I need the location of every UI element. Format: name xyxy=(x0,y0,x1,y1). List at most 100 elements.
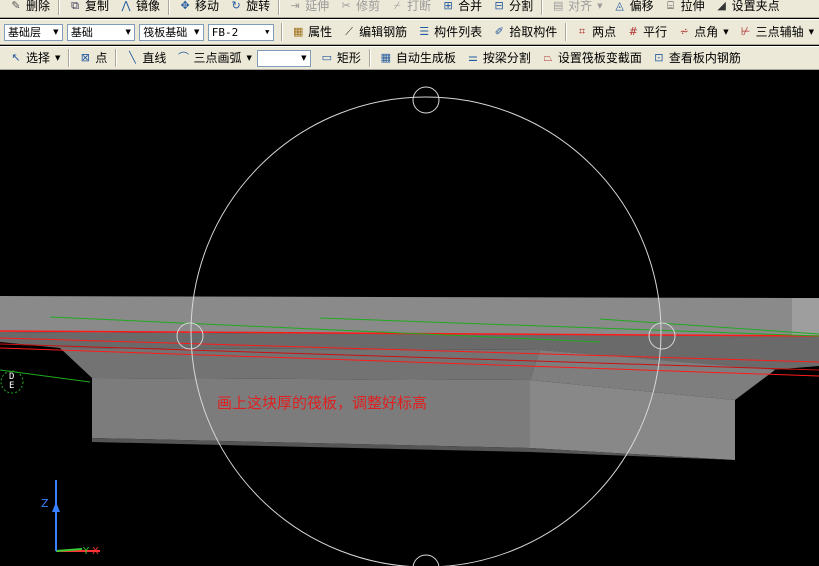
parallel-icon: # xyxy=(628,25,638,38)
parallel-button[interactable]: # 平行 xyxy=(621,22,672,42)
grip-icon: ◢ xyxy=(717,0,726,12)
eraser-icon: ✎ xyxy=(11,0,21,12)
view-rebar-icon: ⊡ xyxy=(654,51,664,64)
arc-icon: ⌒ xyxy=(177,51,189,64)
rectangle-button[interactable]: ▭ 矩形 xyxy=(315,48,366,68)
separator xyxy=(541,0,544,15)
split-icon: ⊟ xyxy=(494,0,504,12)
annotation-text: 画上这块厚的筏板，调整好标高 xyxy=(217,394,428,412)
trim-button[interactable]: ✂ 修剪 xyxy=(334,0,385,16)
axis-icon: ⊬ xyxy=(740,25,751,38)
category-select[interactable]: 基础 ▼ xyxy=(66,23,136,41)
merge-icon: ⊞ xyxy=(443,0,453,12)
separator xyxy=(58,0,61,15)
separator xyxy=(68,49,71,67)
rebar-icon: ⟋ xyxy=(345,25,353,38)
chevron-down-icon: ▼ xyxy=(194,27,200,36)
trim-icon: ✂ xyxy=(341,0,351,12)
chevron-down-icon: ▼ xyxy=(723,28,729,36)
3d-viewport[interactable]: D E 画上这块厚的筏板，调整好标高 Z Y X xyxy=(0,70,819,566)
rotate-icon: ↻ xyxy=(231,0,241,12)
type-select[interactable]: 筏板基础 ▼ xyxy=(139,23,204,41)
copy-button[interactable]: ⧉ 复制 xyxy=(63,0,114,16)
point-angle-button[interactable]: ⩫ 点角 ▼ xyxy=(672,22,733,42)
align-icon: ▤ xyxy=(552,0,564,12)
set-raft-section-button[interactable]: ⏢ 设置筏板变截面 xyxy=(536,48,647,68)
component-list-button[interactable]: ☰ 构件列表 xyxy=(412,22,487,42)
two-points-button[interactable]: ⌗ 两点 xyxy=(570,22,621,42)
split-by-beam-button[interactable]: ⚌ 按梁分割 xyxy=(461,48,536,68)
auto-generate-slab-button[interactable]: ▦ 自动生成板 xyxy=(374,48,461,68)
offset-icon: ◬ xyxy=(615,0,624,12)
set-grip-button[interactable]: ◢ 设置夹点 xyxy=(710,0,785,16)
beam-split-icon: ⚌ xyxy=(467,51,478,64)
rectangle-icon: ▭ xyxy=(321,51,333,64)
separator xyxy=(115,49,118,67)
edit-toolbar: ✎ 删除 ⧉ 复制 ⋀ 镜像 ✥ 移动 ↻ 旋转 ⇥ 延伸 ✂ 修剪 ⌿ 打断 ⊞ 合并 ⊟ 分割 … xyxy=(0,0,819,18)
axis-z-label: Z xyxy=(41,497,49,510)
chevron-down-icon: ▼ xyxy=(246,54,252,62)
chevron-down-icon: ▼ xyxy=(53,27,59,36)
grid-icon: ▦ xyxy=(380,51,392,64)
mirror-icon: ⋀ xyxy=(121,0,131,12)
eyedropper-icon: ✐ xyxy=(494,25,504,38)
list-icon: ☰ xyxy=(419,25,430,38)
arc-option-select[interactable]: ▼ xyxy=(256,49,311,67)
draw-toolbar: ↖ 选择 ▼ ⊠ 点 ╲ 直线 ⌒ 三点画弧 ▼ ▼ ▭ 矩形 ▦ 自动生成板 ⚌ 按梁分割 ⏢ 设… xyxy=(0,46,819,70)
grip-point[interactable] xyxy=(412,554,440,566)
component-select[interactable]: FB-2 ▼ xyxy=(207,23,275,41)
two-points-icon: ⌗ xyxy=(579,25,586,38)
rotate-button[interactable]: ↻ 旋转 xyxy=(224,0,275,16)
copy-icon: ⧉ xyxy=(71,0,79,12)
properties-icon: ▦ xyxy=(292,25,304,38)
extend-icon: ⇥ xyxy=(290,0,300,12)
separator xyxy=(278,0,281,15)
chevron-down-icon: ▼ xyxy=(301,53,307,62)
line-icon: ╲ xyxy=(129,51,136,64)
split-button[interactable]: ⊟ 分割 xyxy=(487,0,538,16)
separator xyxy=(565,23,568,41)
chevron-down-icon: ▼ xyxy=(597,2,603,10)
separator xyxy=(368,49,371,67)
chevron-down-icon: ▼ xyxy=(125,27,131,36)
point-button[interactable]: ⊠ 点 xyxy=(73,48,112,68)
axis-marker-label: E xyxy=(9,381,14,391)
point-angle-icon: ⩫ xyxy=(679,25,689,38)
move-button[interactable]: ✥ 移动 xyxy=(173,0,224,16)
grip-point[interactable] xyxy=(412,86,440,114)
break-button[interactable]: ⌿ 打断 xyxy=(385,0,436,16)
view-slab-rebar-button[interactable]: ⊡ 查看板内钢筋 xyxy=(647,48,746,68)
line-button[interactable]: ╲ 直线 xyxy=(120,48,171,68)
separator xyxy=(168,0,171,15)
mirror-button[interactable]: ⋀ 镜像 xyxy=(114,0,165,16)
cursor-icon: ↖ xyxy=(11,51,21,64)
stretch-button[interactable]: ⌸ 拉伸 xyxy=(659,0,710,16)
section-icon: ⏢ xyxy=(543,51,553,64)
model-canvas: D E xyxy=(0,86,819,566)
slab-top-face xyxy=(0,296,819,336)
merge-button[interactable]: ⊞ 合并 xyxy=(436,0,487,16)
three-point-axis-button[interactable]: ⊬ 三点辅轴 ▼ xyxy=(734,22,819,42)
chevron-down-icon: ▼ xyxy=(265,27,270,36)
axis-y-label: Y xyxy=(83,546,90,557)
delete-button[interactable]: ✎ 删除 xyxy=(4,0,55,16)
point-icon: ⊠ xyxy=(80,51,91,64)
break-icon: ⌿ xyxy=(393,0,401,12)
chevron-down-icon: ▼ xyxy=(808,28,814,36)
raft-front-left xyxy=(92,378,530,448)
pick-component-button[interactable]: ✐ 拾取构件 xyxy=(487,22,562,42)
stretch-icon: ⌸ xyxy=(667,0,674,12)
properties-button[interactable]: ▦ 属性 xyxy=(286,22,337,42)
axis-z-arrow xyxy=(52,502,60,512)
chevron-down-icon: ▼ xyxy=(55,54,61,62)
three-point-arc-button[interactable]: ⌒ 三点画弧 ▼ xyxy=(171,48,256,68)
align-button[interactable]: ▤ 对齐 ▼ xyxy=(546,0,607,16)
select-button[interactable]: ↖ 选择 ▼ xyxy=(4,48,65,68)
component-toolbar: 基础层 ▼ 基础 ▼ 筏板基础 ▼ FB-2 ▼ ▦ 属性 ⟋ 编辑钢筋 ☰ 构件列表 ✐ 拾取… xyxy=(0,19,819,45)
move-icon: ✥ xyxy=(180,0,190,12)
edit-rebar-button[interactable]: ⟋ 编辑钢筋 xyxy=(337,22,412,42)
extend-button[interactable]: ⇥ 延伸 xyxy=(283,0,334,16)
floor-select[interactable]: 基础层 ▼ xyxy=(4,23,63,41)
axis-x-label: X xyxy=(92,546,99,557)
offset-button[interactable]: ◬ 偏移 xyxy=(608,0,659,16)
